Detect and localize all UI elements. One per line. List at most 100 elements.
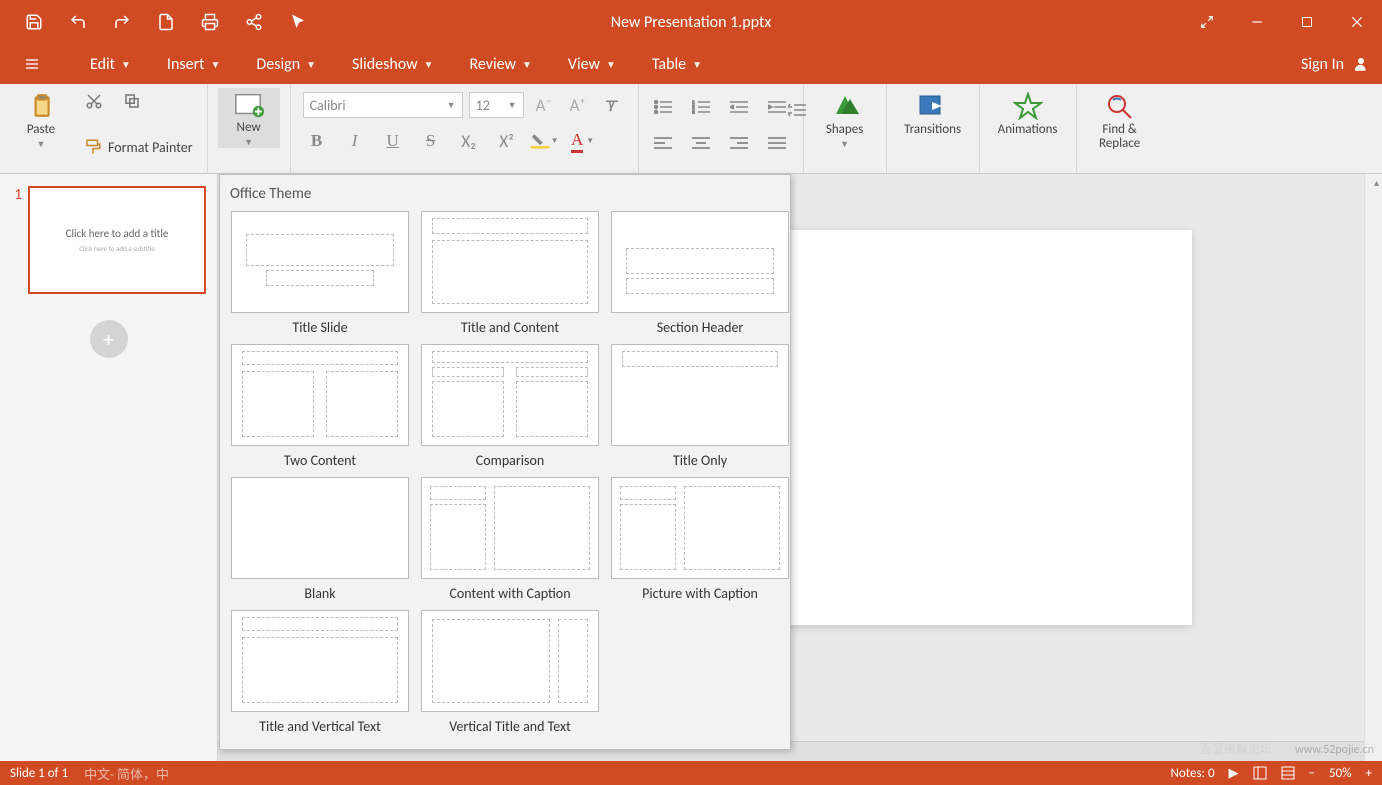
paste-button[interactable]: Paste▼ — [10, 88, 72, 150]
layout-blank[interactable]: Blank — [230, 477, 410, 602]
shapes-button[interactable]: Shapes▼ — [814, 88, 876, 150]
menu-view[interactable]: View▼ — [550, 44, 634, 84]
zoom-level[interactable]: 50% — [1329, 766, 1351, 781]
print-icon[interactable] — [188, 0, 232, 44]
bullets-icon[interactable] — [649, 94, 677, 120]
maximize-icon[interactable] — [1282, 0, 1332, 44]
transitions-group: Transitions — [887, 84, 980, 173]
slide-count-status: Slide 1 of 1 — [10, 766, 68, 781]
font-color-icon[interactable]: A▼ — [569, 128, 597, 154]
sign-in-button[interactable]: Sign In — [1301, 55, 1370, 74]
menu-bar: Edit▼ Insert▼ Design▼ Slideshow▼ Review▼… — [0, 44, 1382, 84]
transitions-button[interactable]: Transitions — [897, 88, 969, 137]
close-icon[interactable] — [1332, 0, 1382, 44]
layout-title-content[interactable]: Title and Content — [420, 211, 600, 336]
vertical-scrollbar[interactable]: ▴ — [1364, 174, 1382, 761]
minimize-icon[interactable] — [1232, 0, 1282, 44]
chevron-down-icon: ▼ — [522, 58, 532, 71]
menu-design[interactable]: Design▼ — [238, 44, 334, 84]
window-controls — [1182, 0, 1382, 44]
menu-insert[interactable]: Insert▼ — [149, 44, 239, 84]
layout-picture-caption[interactable]: Picture with Caption — [610, 477, 790, 602]
new-slide-group: New▼ — [208, 84, 291, 173]
line-spacing-icon[interactable] — [783, 102, 811, 118]
new-slide-button[interactable]: New▼ — [218, 88, 280, 148]
slide-number: 1 — [8, 186, 22, 204]
svg-text:2: 2 — [692, 105, 695, 111]
numbering-icon[interactable]: 123 — [687, 94, 715, 120]
chevron-down-icon: ▼ — [424, 58, 434, 71]
font-group: Calibri▼ 12▼ A⁻ A⁺ B I U S X₂ X² ▼ A▼ — [291, 84, 639, 173]
status-bar: Slide 1 of 1 中文- 简体，中 Notes: 0 ▶ − 50% + — [0, 761, 1382, 785]
menu-slideshow[interactable]: Slideshow▼ — [334, 44, 451, 84]
align-left-icon[interactable] — [649, 130, 677, 156]
chevron-down-icon: ▼ — [211, 58, 221, 71]
clipboard-group: Paste▼ Format Painter — [0, 84, 208, 173]
slide-thumbnail[interactable]: Click here to add a title Click here to … — [28, 186, 206, 294]
quick-access-toolbar — [0, 0, 320, 44]
decrease-font-icon[interactable]: A⁻ — [530, 92, 558, 118]
align-center-icon[interactable] — [687, 130, 715, 156]
outline-view-icon[interactable] — [1281, 766, 1295, 780]
undo-icon[interactable] — [56, 0, 100, 44]
superscript-icon[interactable]: X² — [493, 128, 521, 154]
find-replace-button[interactable]: Find & Replace — [1087, 88, 1153, 151]
cut-icon[interactable] — [80, 88, 108, 114]
play-icon[interactable]: ▶ — [1229, 766, 1239, 781]
layout-two-content[interactable]: Two Content — [230, 344, 410, 469]
copy-icon[interactable] — [118, 88, 146, 114]
layout-content-caption[interactable]: Content with Caption — [420, 477, 600, 602]
hamburger-icon[interactable] — [10, 44, 54, 84]
menu-table[interactable]: Table▼ — [634, 44, 720, 84]
highlight-icon[interactable]: ▼ — [531, 128, 559, 154]
layout-section-header[interactable]: Section Header — [610, 211, 790, 336]
new-file-icon[interactable] — [144, 0, 188, 44]
zoom-out-icon[interactable]: − — [1309, 766, 1315, 781]
chevron-down-icon: ▼ — [244, 137, 253, 148]
shapes-group: Shapes▼ — [804, 84, 887, 173]
layout-title-only[interactable]: Title Only — [610, 344, 790, 469]
font-size-select[interactable]: 12▼ — [469, 92, 524, 118]
chevron-down-icon: ▼ — [121, 58, 131, 71]
watermark: www.52pojie.cn — [1295, 743, 1374, 757]
italic-icon[interactable]: I — [341, 128, 369, 154]
menu-edit[interactable]: Edit▼ — [72, 44, 149, 84]
cursor-icon[interactable] — [276, 0, 320, 44]
layout-title-vertical-text[interactable]: Title and Vertical Text — [230, 610, 410, 735]
add-slide-button[interactable]: + — [90, 320, 128, 358]
underline-icon[interactable]: U — [379, 128, 407, 154]
share-icon[interactable] — [232, 0, 276, 44]
layout-vertical-title-text[interactable]: Vertical Title and Text — [420, 610, 600, 735]
clear-format-icon[interactable] — [598, 92, 626, 118]
chevron-down-icon: ▼ — [37, 139, 46, 150]
normal-view-icon[interactable] — [1253, 766, 1267, 780]
fullscreen-icon[interactable] — [1182, 0, 1232, 44]
font-name-select[interactable]: Calibri▼ — [303, 92, 463, 118]
increase-font-icon[interactable]: A⁺ — [564, 92, 592, 118]
strikethrough-icon[interactable]: S — [417, 128, 445, 154]
paragraph-group: 123 — [639, 84, 804, 173]
bold-icon[interactable]: B — [303, 128, 331, 154]
subscript-icon[interactable]: X₂ — [455, 128, 483, 154]
justify-icon[interactable] — [763, 130, 791, 156]
menu-review[interactable]: Review▼ — [451, 44, 549, 84]
popover-header: Office Theme — [220, 183, 790, 211]
redo-icon[interactable] — [100, 0, 144, 44]
layout-popover: Office Theme Title Slide Title and Conte… — [219, 174, 791, 750]
decrease-indent-icon[interactable] — [725, 94, 753, 120]
align-right-icon[interactable] — [725, 130, 753, 156]
svg-text:1: 1 — [692, 100, 695, 106]
chevron-down-icon: ▼ — [306, 58, 316, 71]
notes-status[interactable]: Notes: 0 — [1171, 766, 1215, 781]
zoom-in-icon[interactable]: + — [1366, 766, 1372, 781]
layout-comparison[interactable]: Comparison — [420, 344, 600, 469]
animations-button[interactable]: Animations — [990, 88, 1066, 137]
format-painter-button[interactable]: Format Painter — [80, 136, 197, 158]
ribbon-toolbar: Paste▼ Format Painter New▼ Calibri▼ 12▼ … — [0, 84, 1382, 174]
find-replace-group: Find & Replace — [1077, 84, 1163, 173]
watermark-cn: 吾爱破解论坛 — [1200, 740, 1272, 757]
save-icon[interactable] — [12, 0, 56, 44]
title-bar: New Presentation 1.pptx — [0, 0, 1382, 44]
layout-title-slide[interactable]: Title Slide — [230, 211, 410, 336]
language-status[interactable]: 中文- 简体，中 — [84, 764, 169, 783]
